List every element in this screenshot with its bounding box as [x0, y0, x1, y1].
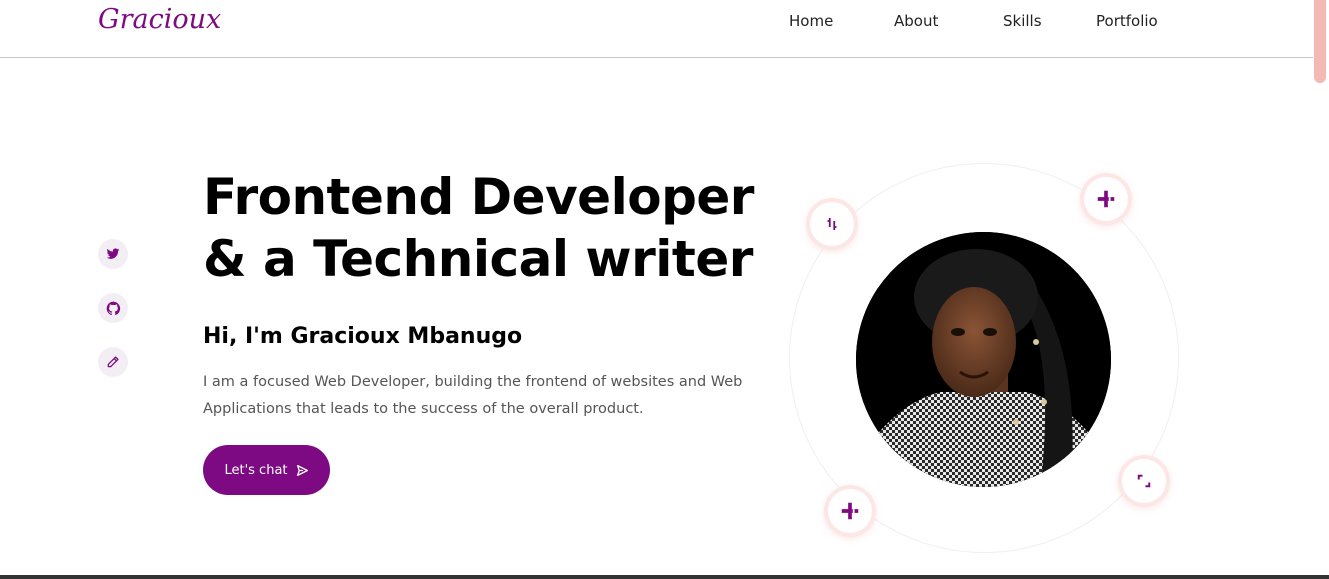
hero-description: I am a focused Web Developer, building t… [203, 374, 743, 417]
nav-portfolio[interactable]: Portfolio [1096, 12, 1158, 30]
orbit-badge-frame [1122, 459, 1166, 503]
code-bracket-icon [827, 218, 837, 230]
logo[interactable]: Gracioux [98, 4, 221, 35]
scrollbar[interactable] [1313, 0, 1329, 579]
nav-skills[interactable]: Skills [1003, 12, 1042, 30]
site-header: Gracioux Home About Skills Portfolio [0, 0, 1329, 58]
github-link[interactable] [98, 293, 128, 323]
twitter-link[interactable] [98, 239, 128, 269]
portrait-illustration [856, 232, 1111, 487]
twitter-icon [106, 248, 120, 259]
blog-link[interactable] [98, 347, 128, 377]
send-icon [296, 464, 308, 476]
hero-subtitle: Hi, I'm Gracioux Mbanugo [203, 324, 523, 349]
profile-photo [856, 232, 1111, 487]
orbit-badge-plus-top [1084, 177, 1128, 221]
github-icon [106, 301, 120, 315]
hero-title-line2: & a Technical writer [203, 230, 753, 288]
nav-home[interactable]: Home [789, 12, 833, 30]
frame-corner-icon [1137, 474, 1151, 488]
plus-cross-icon [1097, 190, 1115, 208]
orbit-badge-plus-bottom [828, 489, 872, 533]
hero-title-line1: Frontend Developer [203, 168, 754, 226]
lets-chat-label: Let's chat [224, 462, 288, 478]
hero-title: Frontend Developer & a Technical writer [203, 166, 803, 290]
orbit-badge-code [810, 202, 854, 246]
pencil-icon [107, 356, 119, 368]
lets-chat-button[interactable]: Let's chat [203, 445, 330, 495]
nav-about[interactable]: About [894, 12, 938, 30]
footer-divider [0, 575, 1329, 579]
plus-cross-icon [841, 502, 859, 520]
scrollbar-thumb[interactable] [1314, 0, 1326, 83]
